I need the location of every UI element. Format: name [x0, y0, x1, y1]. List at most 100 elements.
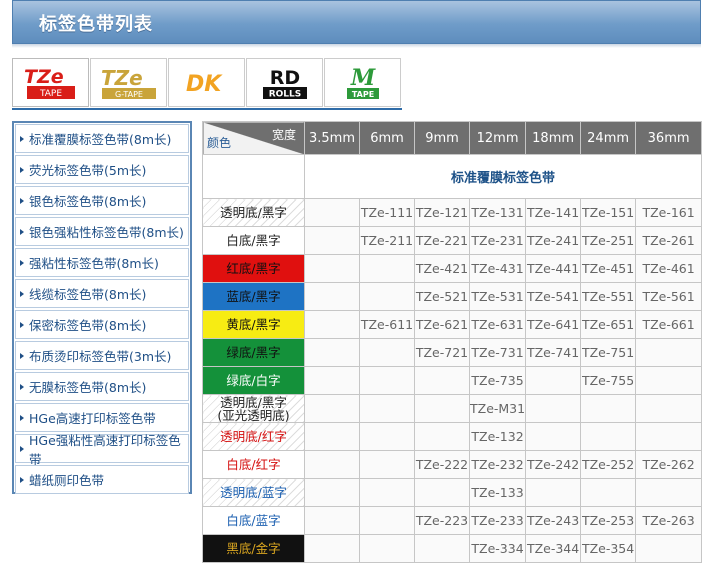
tape-code-cell[interactable]: TZe-441: [525, 254, 582, 283]
tape-code-cell[interactable]: TZe-721: [414, 338, 470, 367]
tape-code-cell[interactable]: TZe-132: [468, 422, 527, 451]
tape-code-cell[interactable]: TZe-262: [635, 450, 703, 479]
brand-tab-tze-tape[interactable]: TZe TAPE: [12, 58, 89, 107]
empty-cell: [304, 338, 360, 367]
tape-code-cell[interactable]: TZe-541: [525, 282, 582, 311]
tape-code-cell[interactable]: TZe-461: [635, 254, 703, 283]
empty-cell: [359, 254, 415, 283]
tape-code-cell[interactable]: TZe-621: [414, 310, 470, 339]
tape-code-cell[interactable]: TZe-131: [468, 198, 527, 227]
sidebar-item[interactable]: HGe高速打印标签色带: [15, 403, 189, 432]
tape-code-cell[interactable]: TZe-651: [580, 310, 637, 339]
tape-code-cell[interactable]: TZe-561: [635, 282, 703, 311]
tape-code-cell[interactable]: TZe-121: [414, 198, 470, 227]
tape-code-cell[interactable]: TZe-151: [580, 198, 637, 227]
sidebar-item[interactable]: 蜡纸厕印色带: [15, 465, 189, 494]
sidebar-item[interactable]: 无膜标签色带(8m长): [15, 372, 189, 401]
tape-code-cell[interactable]: TZe-334: [468, 534, 527, 563]
empty-cell: [304, 254, 360, 283]
sidebar-item[interactable]: 线缆标签色带(8m长): [15, 279, 189, 308]
sidebar-item[interactable]: 荧光标签色带(5m长): [15, 155, 189, 184]
tape-code-cell[interactable]: TZe-232: [468, 450, 527, 479]
dk-logo-icon: DK: [186, 72, 223, 97]
table-row: 透明底/黑字 (亚光透明底) TZe-M31: [202, 394, 703, 423]
tape-code-cell[interactable]: TZe-641: [525, 310, 582, 339]
empty-cell: [359, 338, 415, 367]
tape-code-cell[interactable]: TZe-431: [468, 254, 527, 283]
empty-cell: [304, 282, 360, 311]
tape-code-cell[interactable]: TZe-233: [468, 506, 527, 535]
tape-code-cell[interactable]: TZe-263: [635, 506, 703, 535]
svg-text:DK: DK: [186, 72, 223, 97]
empty-cell: [359, 422, 415, 451]
tape-code-cell[interactable]: TZe-661: [635, 310, 703, 339]
tape-code-cell[interactable]: TZe-631: [468, 310, 527, 339]
sidebar-item[interactable]: 布质烫印标签色带(3m长): [15, 341, 189, 370]
sidebar-item[interactable]: 强粘性标签色带(8m长): [15, 248, 189, 277]
tape-code-cell[interactable]: TZe-133: [468, 478, 527, 507]
page-title: 标签色带列表: [39, 14, 153, 35]
bullet-arrow-icon: [20, 135, 24, 142]
tape-code-cell[interactable]: TZe-111: [359, 198, 415, 227]
svg-text:TAPE: TAPE: [38, 89, 61, 99]
sidebar-item[interactable]: 标准覆膜标签色带(8m长): [15, 124, 189, 153]
tape-code-cell[interactable]: TZe-243: [525, 506, 582, 535]
tape-code-cell[interactable]: TZe-751: [580, 338, 637, 367]
tape-code-cell[interactable]: TZe-521: [414, 282, 470, 311]
tape-code-cell[interactable]: TZe-M31: [468, 394, 527, 423]
tape-code-cell[interactable]: TZe-211: [359, 226, 415, 255]
table-row: 黑底/金字 TZe-334 TZe-344 TZe-354: [202, 534, 703, 563]
tape-code-cell[interactable]: TZe-611: [359, 310, 415, 339]
empty-cell: [359, 534, 415, 563]
corner-width-label: 宽度: [271, 128, 296, 142]
svg-text:TZe: TZe: [24, 66, 64, 88]
bullet-arrow-icon: [20, 290, 24, 297]
sidebar-item[interactable]: 银色标签色带(8m长): [15, 186, 189, 215]
brand-tab-rd-rolls[interactable]: RD ROLLS: [246, 58, 323, 107]
sidebar-item-label: HGe强粘性高速打印标签色带: [29, 432, 181, 467]
table-row: 红底/黑字 TZe-421 TZe-431 TZe-441 TZe-451 TZe-461: [202, 254, 703, 283]
sidebar-item[interactable]: 银色强粘性标签色带(8m长): [15, 217, 189, 246]
tape-code-cell[interactable]: TZe-735: [468, 366, 527, 395]
tape-code-cell[interactable]: TZe-354: [580, 534, 637, 563]
sidebar-item-label: 布质烫印标签色带(3m长): [29, 349, 172, 364]
empty-cell: [304, 506, 360, 535]
tape-code-cell[interactable]: TZe-241: [525, 226, 582, 255]
empty-cell: [414, 366, 470, 395]
svg-text:RD: RD: [269, 67, 299, 89]
tape-code-cell[interactable]: TZe-222: [414, 450, 470, 479]
svg-text:TAPE: TAPE: [351, 90, 373, 99]
sidebar-item[interactable]: HGe强粘性高速打印标签色带: [15, 433, 189, 467]
tape-code-cell[interactable]: TZe-253: [580, 506, 637, 535]
table-row: 透明底/黑字 TZe-111 TZe-121 TZe-131 TZe-141 TZe-15…: [202, 198, 703, 227]
tape-code-cell[interactable]: TZe-231: [468, 226, 527, 255]
tape-code-cell[interactable]: TZe-161: [635, 198, 703, 227]
table-corner-header: 宽度 颜色: [202, 121, 305, 155]
tape-code-cell[interactable]: TZe-141: [525, 198, 582, 227]
tape-code-cell[interactable]: TZe-344: [525, 534, 582, 563]
tape-code-cell[interactable]: TZe-451: [580, 254, 637, 283]
table-row: 蓝底/黑字 TZe-521 TZe-531 TZe-541 TZe-551 TZe-561: [202, 282, 703, 311]
empty-cell: [635, 338, 703, 367]
tape-code-cell[interactable]: TZe-741: [525, 338, 582, 367]
tape-code-cell[interactable]: TZe-731: [468, 338, 527, 367]
tape-code-cell[interactable]: TZe-223: [414, 506, 470, 535]
empty-cell: [580, 422, 637, 451]
tape-code-cell[interactable]: TZe-755: [580, 366, 637, 395]
empty-cell: [304, 422, 360, 451]
empty-cell: [635, 422, 703, 451]
tape-code-cell[interactable]: TZe-531: [468, 282, 527, 311]
sidebar-item[interactable]: 保密标签色带(8m长): [15, 310, 189, 339]
tape-code-cell[interactable]: TZe-551: [580, 282, 637, 311]
brand-tab-tze-gtape[interactable]: TZe G-TAPE: [90, 58, 167, 107]
brand-tab-m-tape[interactable]: M TAPE: [324, 58, 401, 107]
brand-tab-dk[interactable]: DK: [168, 58, 245, 107]
tape-code-cell[interactable]: TZe-242: [525, 450, 582, 479]
corner-color-label: 颜色: [207, 136, 232, 150]
tape-code-cell[interactable]: TZe-251: [580, 226, 637, 255]
tape-code-cell[interactable]: TZe-421: [414, 254, 470, 283]
tape-code-cell[interactable]: TZe-261: [635, 226, 703, 255]
tape-code-cell[interactable]: TZe-252: [580, 450, 637, 479]
bullet-arrow-icon: [20, 321, 24, 328]
tape-code-cell[interactable]: TZe-221: [414, 226, 470, 255]
